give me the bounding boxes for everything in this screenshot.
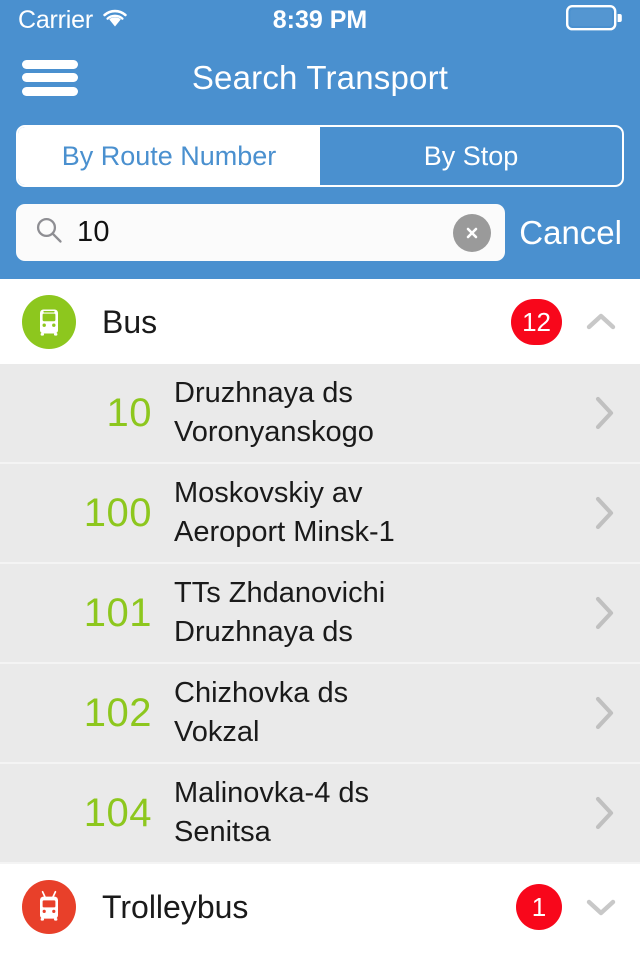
chevron-right-icon — [592, 692, 618, 734]
bus-icon — [22, 294, 76, 349]
route-destination: Senitsa — [174, 816, 271, 848]
section-title-bus: Bus — [102, 303, 158, 340]
status-badge: 12 — [511, 298, 562, 345]
nav-bar: Search Transport — [0, 40, 640, 115]
route-endpoints: Chizhovka ds Vokzal — [174, 675, 592, 750]
route-destination: Vokzal — [174, 716, 260, 748]
status-bar-left: Carrier — [18, 5, 128, 34]
clear-circle-icon[interactable] — [453, 213, 492, 252]
status-bar: Carrier 8:39 PM — [0, 0, 640, 40]
route-destination: Voronyanskogo — [174, 416, 374, 448]
battery-icon — [566, 4, 622, 36]
search-bar: 10 Cancel — [0, 187, 640, 279]
route-endpoints: Druzhnaya ds Voronyanskogo — [174, 375, 592, 450]
chevron-right-icon — [592, 392, 618, 434]
table-row[interactable]: 100 Moskovskiy av Aeroport Minsk-1 — [0, 464, 640, 564]
route-endpoints: TTs Zhdanovichi Druzhnaya ds — [174, 575, 592, 650]
trolleybus-icon — [22, 879, 76, 934]
hamburger-menu-icon[interactable] — [22, 57, 78, 99]
cancel-button[interactable]: Cancel — [519, 216, 624, 249]
table-row[interactable]: 10 Druzhnaya ds Voronyanskogo — [0, 364, 640, 464]
route-origin: Malinovka-4 ds — [174, 777, 370, 810]
status-bar-right — [566, 4, 622, 36]
app-root: Carrier 8:39 PM Search Transport By Rout… — [0, 0, 640, 960]
route-number: 104 — [83, 791, 152, 835]
section-title-trolleybus: Trolleybus — [102, 888, 249, 925]
status-badge: 1 — [516, 883, 562, 930]
header-block: Carrier 8:39 PM Search Transport By Rout… — [0, 0, 640, 279]
route-number: 100 — [83, 491, 152, 535]
section-header-bus-right: 12 — [511, 298, 618, 345]
route-list-bus: 10 Druzhnaya ds Voronyanskogo 100 Moskov… — [0, 364, 640, 864]
chevron-right-icon — [592, 792, 618, 834]
tab-by-route-number[interactable]: By Route Number — [18, 127, 320, 185]
chevron-down-icon[interactable] — [584, 890, 618, 924]
search-input[interactable]: 10 — [77, 218, 453, 247]
hamburger-bar — [22, 73, 78, 82]
segmented-control-wrapper: By Route Number By Stop — [0, 115, 640, 187]
route-origin: Druzhnaya ds — [174, 377, 353, 410]
table-row[interactable]: 102 Chizhovka ds Vokzal — [0, 664, 640, 764]
route-endpoints: Moskovskiy av Aeroport Minsk-1 — [174, 475, 592, 550]
route-origin: Chizhovka ds — [174, 677, 349, 710]
chevron-up-icon[interactable] — [584, 305, 618, 339]
section-header-trolleybus[interactable]: Trolleybus 1 — [0, 864, 640, 941]
section-header-bus[interactable]: Bus 12 — [0, 279, 640, 364]
route-origin: Moskovskiy av — [174, 477, 363, 510]
route-endpoints: Malinovka-4 ds Senitsa — [174, 775, 592, 850]
route-destination: Druzhnaya ds — [174, 616, 353, 648]
route-number: 10 — [106, 391, 152, 435]
wifi-icon — [102, 8, 128, 33]
carrier-label: Carrier — [18, 5, 93, 34]
results-list: Bus 12 10 Druzhnaya ds Voronyanskogo 100… — [0, 279, 640, 941]
search-field[interactable]: 10 — [16, 204, 506, 261]
chevron-right-icon — [592, 492, 618, 534]
section-header-trolleybus-right: 1 — [516, 883, 618, 930]
route-destination: Aeroport Minsk-1 — [174, 516, 395, 548]
route-number: 102 — [83, 691, 152, 735]
route-number: 101 — [83, 591, 152, 635]
search-icon — [34, 215, 64, 250]
table-row[interactable]: 101 TTs Zhdanovichi Druzhnaya ds — [0, 564, 640, 664]
segmented-control[interactable]: By Route Number By Stop — [16, 125, 624, 187]
route-origin: TTs Zhdanovichi — [174, 577, 386, 610]
tab-by-stop[interactable]: By Stop — [320, 127, 622, 185]
chevron-right-icon — [592, 592, 618, 634]
page-title: Search Transport — [191, 59, 449, 96]
table-row[interactable]: 104 Malinovka-4 ds Senitsa — [0, 764, 640, 864]
hamburger-bar — [22, 59, 78, 69]
hamburger-bar — [22, 86, 78, 96]
